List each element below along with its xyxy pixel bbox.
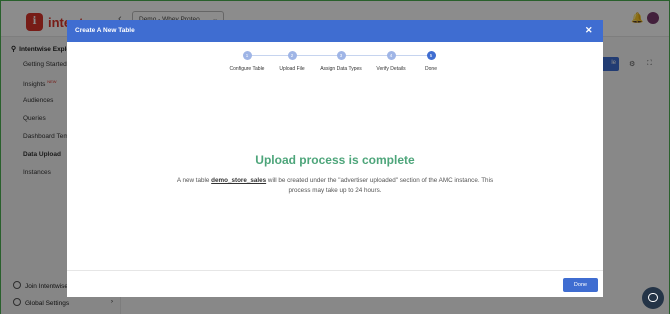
step-label: Done — [425, 66, 437, 72]
chat-icon — [648, 293, 658, 302]
create-table-modal: Create A New Table ✕ 1 Configure Table 2… — [67, 20, 603, 297]
message-suffix: will be created under the "advertiser up… — [266, 177, 494, 194]
message-prefix: A new table — [176, 177, 212, 184]
progress-stepper: 1 Configure Table 2 Upload File 3 Assign… — [67, 48, 603, 72]
modal-footer — [67, 270, 603, 297]
close-icon[interactable]: ✕ — [585, 25, 593, 36]
step-number: 3 — [336, 51, 346, 60]
step-number: 1 — [242, 51, 252, 60]
table-name-link[interactable]: demo_store_sales — [211, 177, 266, 184]
step-number: 4 — [386, 51, 396, 60]
step-number: 2 — [287, 51, 297, 60]
success-message: A new table demo_store_sales will be cre… — [165, 176, 505, 196]
modal-header: Create A New Table ✕ — [67, 20, 603, 42]
success-heading: Upload process is complete — [255, 153, 415, 167]
step-number: 5 — [426, 51, 436, 60]
done-button[interactable]: Done — [563, 278, 598, 292]
chat-support-button[interactable] — [642, 287, 664, 309]
modal-title: Create A New Table — [75, 27, 135, 34]
step-done: 5 Done — [401, 51, 461, 72]
